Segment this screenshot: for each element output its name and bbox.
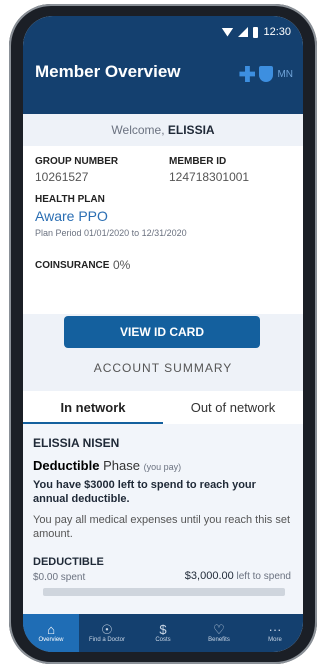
app-header: 12:30 Member Overview MN xyxy=(23,16,303,114)
home-icon: ⌂ xyxy=(47,622,55,637)
status-time: 12:30 xyxy=(263,26,291,38)
account-summary-title: ACCOUNT SUMMARY xyxy=(93,361,233,375)
member-id-label: MEMBER ID xyxy=(169,156,227,167)
battery-icon xyxy=(253,26,259,38)
coinsurance-label: COINSURANCE xyxy=(35,260,110,271)
nav-costs[interactable]: $ Costs xyxy=(135,614,191,652)
phase-text: Phase xyxy=(103,458,140,473)
dollar-icon: $ xyxy=(159,622,167,637)
view-id-card-button[interactable]: VIEW ID CARD xyxy=(64,316,260,348)
welcome-prefix: Welcome, xyxy=(111,123,165,137)
heart-icon: ♡ xyxy=(213,622,225,637)
nav-more[interactable]: ··· More xyxy=(247,614,303,652)
nav-benefits[interactable]: ♡ Benefits xyxy=(191,614,247,652)
wifi-icon xyxy=(221,27,234,37)
plan-period-value: 01/01/2020 to 12/31/2020 xyxy=(84,228,187,238)
deductible-section: ELISSIA NISEN Deductible Phase (you pay)… xyxy=(23,424,303,614)
deductible-message: You have $3000 left to spend to reach yo… xyxy=(33,479,256,505)
remaining-amount: $3,000.00 xyxy=(184,570,234,582)
deductible-progress-bar xyxy=(43,588,285,596)
deductible-description: You pay all medical expenses until you r… xyxy=(33,514,291,540)
status-bar: 12:30 xyxy=(221,26,291,38)
group-number-value: 10261527 xyxy=(35,170,89,184)
welcome-banner: Welcome, ELISSIA xyxy=(23,114,303,146)
welcome-name: ELISSIA xyxy=(167,123,215,137)
region-label: MN xyxy=(277,68,293,80)
remaining-text: left to spend xyxy=(236,571,291,582)
member-info-card: GROUP NUMBER 10261527 MEMBER ID 12471830… xyxy=(23,146,303,314)
nav-find-doctor[interactable]: ☉ Find a Doctor xyxy=(79,614,135,652)
blue-cross-icon xyxy=(239,66,256,82)
deductible-spent: $0.00 spent xyxy=(33,572,86,583)
deductible-title: Deductible xyxy=(33,458,100,473)
nav-costs-label: Costs xyxy=(155,637,171,643)
health-plan-label: HEALTH PLAN xyxy=(35,194,105,205)
tab-in-network[interactable]: In network xyxy=(23,391,163,424)
plan-period-label: Plan Period xyxy=(35,228,82,238)
deductible-remaining: $3,000.00 left to spend xyxy=(185,570,291,582)
deductible-phase-title: Deductible Phase (you pay) xyxy=(33,458,181,473)
health-plan-name[interactable]: Aware PPO xyxy=(35,208,108,224)
member-id-value: 124718301001 xyxy=(169,170,250,184)
nav-overview[interactable]: ⌂ Overview xyxy=(23,614,79,652)
group-number-label: GROUP NUMBER xyxy=(35,156,119,167)
brand-logos: MN xyxy=(239,66,293,82)
member-name: ELISSIA NISEN xyxy=(33,436,120,450)
deductible-label: DEDUCTIBLE xyxy=(33,556,104,568)
nav-benefits-label: Benefits xyxy=(208,637,230,643)
signal-icon xyxy=(238,27,249,37)
nav-more-label: More xyxy=(268,637,282,643)
tab-out-of-network[interactable]: Out of network xyxy=(163,391,303,424)
coinsurance-value: 0% xyxy=(113,258,131,272)
app-screen: 12:30 Member Overview MN Welcome, ELISSI… xyxy=(23,16,303,652)
nav-overview-label: Overview xyxy=(38,637,64,643)
network-tabs: In network Out of network xyxy=(23,391,303,424)
phone-frame: 12:30 Member Overview MN Welcome, ELISSI… xyxy=(9,4,317,664)
page-title: Member Overview xyxy=(35,62,181,81)
nav-find-doctor-label: Find a Doctor xyxy=(88,637,125,643)
plan-period: Plan Period 01/01/2020 to 12/31/2020 xyxy=(35,228,187,238)
bottom-nav: ⌂ Overview ☉ Find a Doctor $ Costs ♡ Ben… xyxy=(23,614,303,652)
you-pay-note: (you pay) xyxy=(143,462,182,472)
doctor-icon: ☉ xyxy=(101,622,113,637)
blue-shield-icon xyxy=(259,66,274,82)
more-icon: ··· xyxy=(268,622,282,637)
